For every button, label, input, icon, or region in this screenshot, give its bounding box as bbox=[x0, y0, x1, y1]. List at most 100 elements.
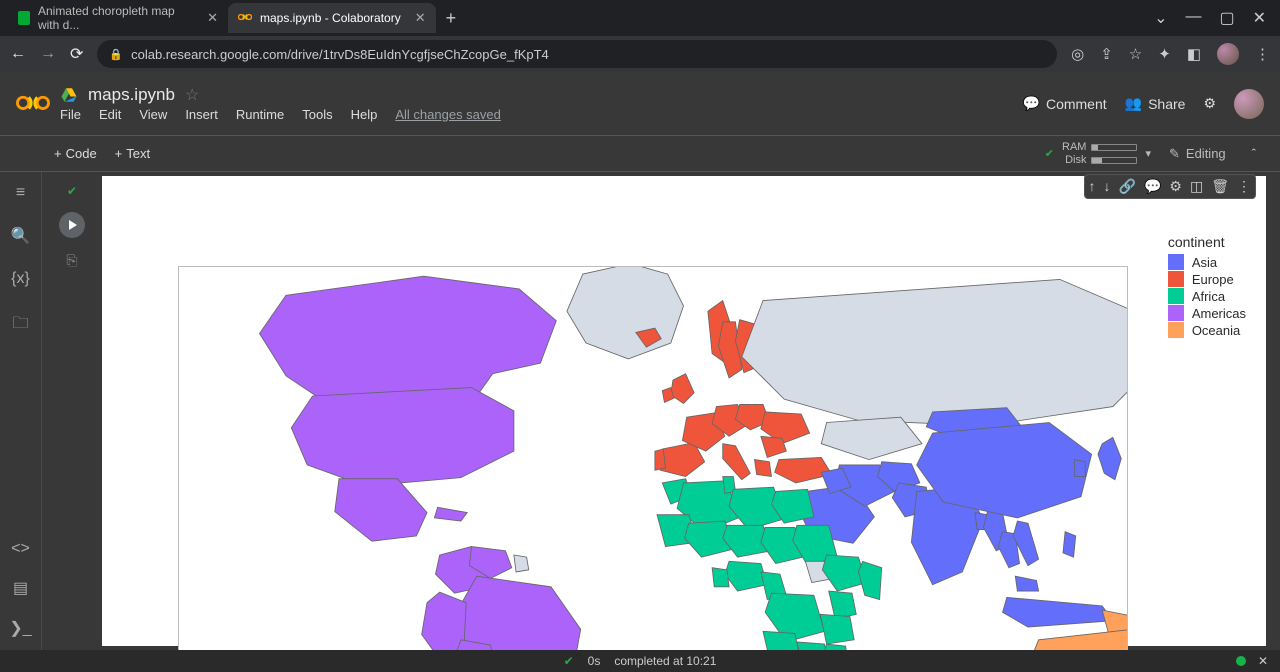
menu-help[interactable]: Help bbox=[351, 107, 378, 122]
terminal-icon[interactable]: ❯_ bbox=[9, 618, 31, 638]
close-icon[interactable]: ✕ bbox=[415, 10, 426, 26]
legend-item[interactable]: Africa bbox=[1168, 288, 1246, 304]
legend-swatch bbox=[1168, 322, 1184, 338]
comment-icon: 💬 bbox=[1023, 95, 1040, 112]
forward-button[interactable]: → bbox=[40, 45, 56, 63]
star-icon[interactable]: ☆ bbox=[185, 85, 199, 105]
legend-item[interactable]: Oceania bbox=[1168, 322, 1246, 338]
menu-tools[interactable]: Tools bbox=[302, 107, 332, 122]
status-message: completed at 10:21 bbox=[614, 654, 716, 668]
share-button[interactable]: 👥 Share bbox=[1125, 95, 1186, 112]
legend-item[interactable]: Europe bbox=[1168, 271, 1246, 287]
notebook-toolbar: + Code + Text ✔ RAM Disk ▾ ✎ Editing ˆ bbox=[0, 136, 1280, 172]
collapse-button[interactable]: ˆ bbox=[1244, 142, 1264, 165]
side-panel-icon[interactable]: ◧ bbox=[1187, 45, 1201, 63]
lock-icon: 🔒 bbox=[109, 48, 123, 61]
code-snippets-icon[interactable]: <> bbox=[11, 540, 30, 558]
close-status-icon[interactable]: ✕ bbox=[1258, 654, 1268, 668]
more-icon[interactable]: ⋮ bbox=[1237, 178, 1251, 195]
files-icon[interactable]: 🗀 bbox=[12, 312, 28, 339]
choropleth-map[interactable] bbox=[178, 266, 1128, 650]
bookmark-star-icon[interactable]: ☆ bbox=[1129, 45, 1142, 63]
notebook-name[interactable]: maps.ipynb bbox=[88, 85, 175, 105]
ram-label: RAM bbox=[1062, 141, 1086, 153]
clear-output-icon[interactable]: ⎘ bbox=[66, 252, 77, 269]
kebab-menu-icon[interactable]: ⋮ bbox=[1255, 45, 1270, 63]
delete-cell-icon[interactable]: 🗑 bbox=[1211, 178, 1229, 195]
cell-output: ↑ ↓ 🔗 💬 ⚙ ◫ 🗑 ⋮ continent AsiaEuropeAfri… bbox=[102, 176, 1266, 646]
move-up-icon[interactable]: ↑ bbox=[1089, 178, 1096, 195]
favicon-icon bbox=[18, 11, 30, 25]
status-bar: ✔ 0s completed at 10:21 ✕ bbox=[0, 650, 1280, 672]
colab-favicon-icon bbox=[238, 11, 252, 25]
menu-edit[interactable]: Edit bbox=[99, 107, 121, 122]
address-bar: ← → ⟳ 🔒 colab.research.google.com/drive/… bbox=[0, 36, 1280, 72]
close-icon[interactable]: ✕ bbox=[207, 10, 218, 26]
kernel-status-icon[interactable] bbox=[1236, 656, 1246, 666]
notebook-area: ✔ ⎘ ↑ ↓ 🔗 💬 ⚙ ◫ 🗑 ⋮ continent bbox=[42, 172, 1280, 650]
move-down-icon[interactable]: ↓ bbox=[1104, 178, 1111, 195]
legend-item[interactable]: Asia bbox=[1168, 254, 1246, 270]
legend-swatch bbox=[1168, 271, 1184, 287]
share-icon: 👥 bbox=[1125, 95, 1142, 112]
gear-icon: ⚙ bbox=[1203, 95, 1216, 112]
menu-insert[interactable]: Insert bbox=[185, 107, 218, 122]
url-text: colab.research.google.com/drive/1trvDs8E… bbox=[131, 47, 549, 62]
comment-cell-icon[interactable]: 💬 bbox=[1144, 178, 1161, 195]
settings-button[interactable]: ⚙ bbox=[1203, 95, 1216, 112]
status-check-icon: ✔ bbox=[564, 654, 574, 668]
comment-button[interactable]: 💬 Comment bbox=[1023, 95, 1107, 112]
menu-file[interactable]: File bbox=[60, 107, 81, 122]
browser-tab[interactable]: Animated choropleth map with d... ✕ bbox=[8, 3, 228, 33]
code-cell: ✔ ⎘ ↑ ↓ 🔗 💬 ⚙ ◫ 🗑 ⋮ continent bbox=[42, 176, 1280, 646]
tab-title: Animated choropleth map with d... bbox=[38, 4, 193, 32]
legend-label: Asia bbox=[1192, 255, 1217, 270]
pencil-icon: ✎ bbox=[1169, 146, 1180, 162]
maximize-icon[interactable]: ▢ bbox=[1219, 8, 1234, 28]
left-sidebar: ≡ 🔍 {x} 🗀 <> ▤ ❯_ bbox=[0, 172, 42, 650]
profile-avatar[interactable] bbox=[1217, 43, 1239, 65]
check-icon: ✔ bbox=[1045, 147, 1054, 160]
drive-icon bbox=[60, 86, 78, 104]
mirror-icon[interactable]: ◫ bbox=[1190, 178, 1203, 195]
back-button[interactable]: ← bbox=[10, 45, 26, 63]
chart-legend: continent AsiaEuropeAfricaAmericasOceani… bbox=[1168, 234, 1246, 339]
cell-executed-check-icon: ✔ bbox=[67, 184, 77, 198]
command-palette-icon[interactable]: ▤ bbox=[13, 578, 28, 598]
menu-view[interactable]: View bbox=[139, 107, 167, 122]
cell-settings-icon[interactable]: ⚙ bbox=[1169, 178, 1182, 195]
status-time: 0s bbox=[588, 654, 601, 668]
menu-runtime[interactable]: Runtime bbox=[236, 107, 284, 122]
chevron-down-icon[interactable]: ▾ bbox=[1145, 147, 1151, 160]
link-icon[interactable]: 🔗 bbox=[1119, 178, 1136, 195]
colab-header: maps.ipynb ☆ File Edit View Insert Runti… bbox=[0, 72, 1280, 136]
toc-icon[interactable]: ≡ bbox=[16, 184, 25, 202]
extensions-icon[interactable]: ✦ bbox=[1158, 45, 1171, 63]
resources-indicator[interactable]: ✔ RAM Disk ▾ bbox=[1045, 141, 1151, 166]
legend-label: Europe bbox=[1192, 272, 1234, 287]
colab-logo-icon[interactable] bbox=[16, 93, 50, 115]
menu-bar: File Edit View Insert Runtime Tools Help… bbox=[60, 107, 501, 122]
variables-icon[interactable]: {x} bbox=[11, 270, 30, 288]
reload-button[interactable]: ⟳ bbox=[70, 44, 83, 64]
legend-swatch bbox=[1168, 288, 1184, 304]
run-cell-button[interactable] bbox=[59, 212, 85, 238]
add-code-button[interactable]: + Code bbox=[54, 146, 97, 161]
save-status[interactable]: All changes saved bbox=[395, 107, 501, 122]
browser-tab-strip: Animated choropleth map with d... ✕ maps… bbox=[0, 0, 1280, 36]
search-icon[interactable]: 🔍 bbox=[11, 226, 31, 246]
url-input[interactable]: 🔒 colab.research.google.com/drive/1trvDs… bbox=[97, 40, 1057, 68]
google-lens-icon[interactable]: ◎ bbox=[1071, 45, 1084, 63]
legend-item[interactable]: Americas bbox=[1168, 305, 1246, 321]
disk-label: Disk bbox=[1065, 154, 1086, 166]
close-window-icon[interactable]: ✕ bbox=[1253, 8, 1266, 28]
share-page-icon[interactable]: ⇪ bbox=[1100, 45, 1113, 63]
browser-tab-active[interactable]: maps.ipynb - Colaboratory ✕ bbox=[228, 3, 436, 33]
tab-title: maps.ipynb - Colaboratory bbox=[260, 11, 401, 25]
new-tab-button[interactable]: + bbox=[436, 8, 467, 29]
chevron-down-icon[interactable]: ⌄ bbox=[1154, 8, 1167, 28]
add-text-button[interactable]: + Text bbox=[115, 146, 150, 161]
editing-mode-button[interactable]: ✎ Editing bbox=[1169, 146, 1226, 162]
minimize-icon[interactable]: — bbox=[1185, 8, 1201, 28]
account-avatar[interactable] bbox=[1234, 89, 1264, 119]
